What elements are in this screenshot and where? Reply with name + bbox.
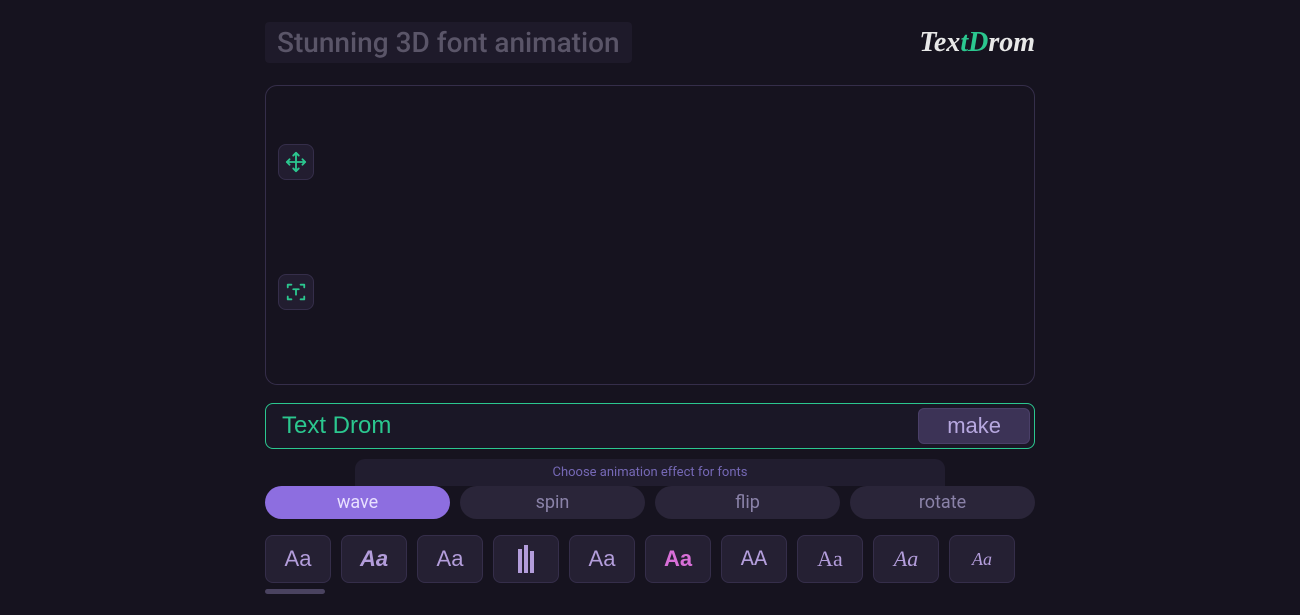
font-option[interactable]: Aa [873, 535, 939, 583]
font-picker: Aa Aa Aa Aa Aa AA Aa Aa Aa [265, 535, 1035, 583]
page-title: Stunning 3D font animation [265, 22, 632, 63]
font-option[interactable]: Aa [417, 535, 483, 583]
tab-wave[interactable]: wave [265, 486, 450, 519]
logo[interactable]: TextDrom [919, 27, 1035, 59]
font-option[interactable]: Aa [797, 535, 863, 583]
font-scroll-thumb[interactable] [265, 589, 325, 594]
text-input[interactable] [270, 412, 918, 440]
font-option[interactable]: Aa [341, 535, 407, 583]
move-icon [285, 151, 307, 173]
effect-hint: Choose animation effect for fonts [355, 459, 945, 486]
book-icon [518, 545, 534, 573]
tab-flip[interactable]: flip [655, 486, 840, 519]
header: Stunning 3D font animation TextDrom [265, 22, 1035, 63]
move-tool-button[interactable] [278, 144, 314, 180]
font-option[interactable]: Aa [645, 535, 711, 583]
font-option[interactable]: Aa [569, 535, 635, 583]
text-frame-tool-button[interactable] [278, 274, 314, 310]
make-button[interactable]: make [918, 408, 1030, 444]
font-option[interactable]: Aa [265, 535, 331, 583]
font-option[interactable]: Aa [949, 535, 1015, 583]
tab-rotate[interactable]: rotate [850, 486, 1035, 519]
text-input-row: make [265, 403, 1035, 449]
text-frame-icon [285, 281, 307, 303]
preview-canvas[interactable] [265, 85, 1035, 385]
tab-spin[interactable]: spin [460, 486, 645, 519]
effect-tabs: wave spin flip rotate [265, 486, 1035, 519]
font-option[interactable] [493, 535, 559, 583]
font-option[interactable]: AA [721, 535, 787, 583]
